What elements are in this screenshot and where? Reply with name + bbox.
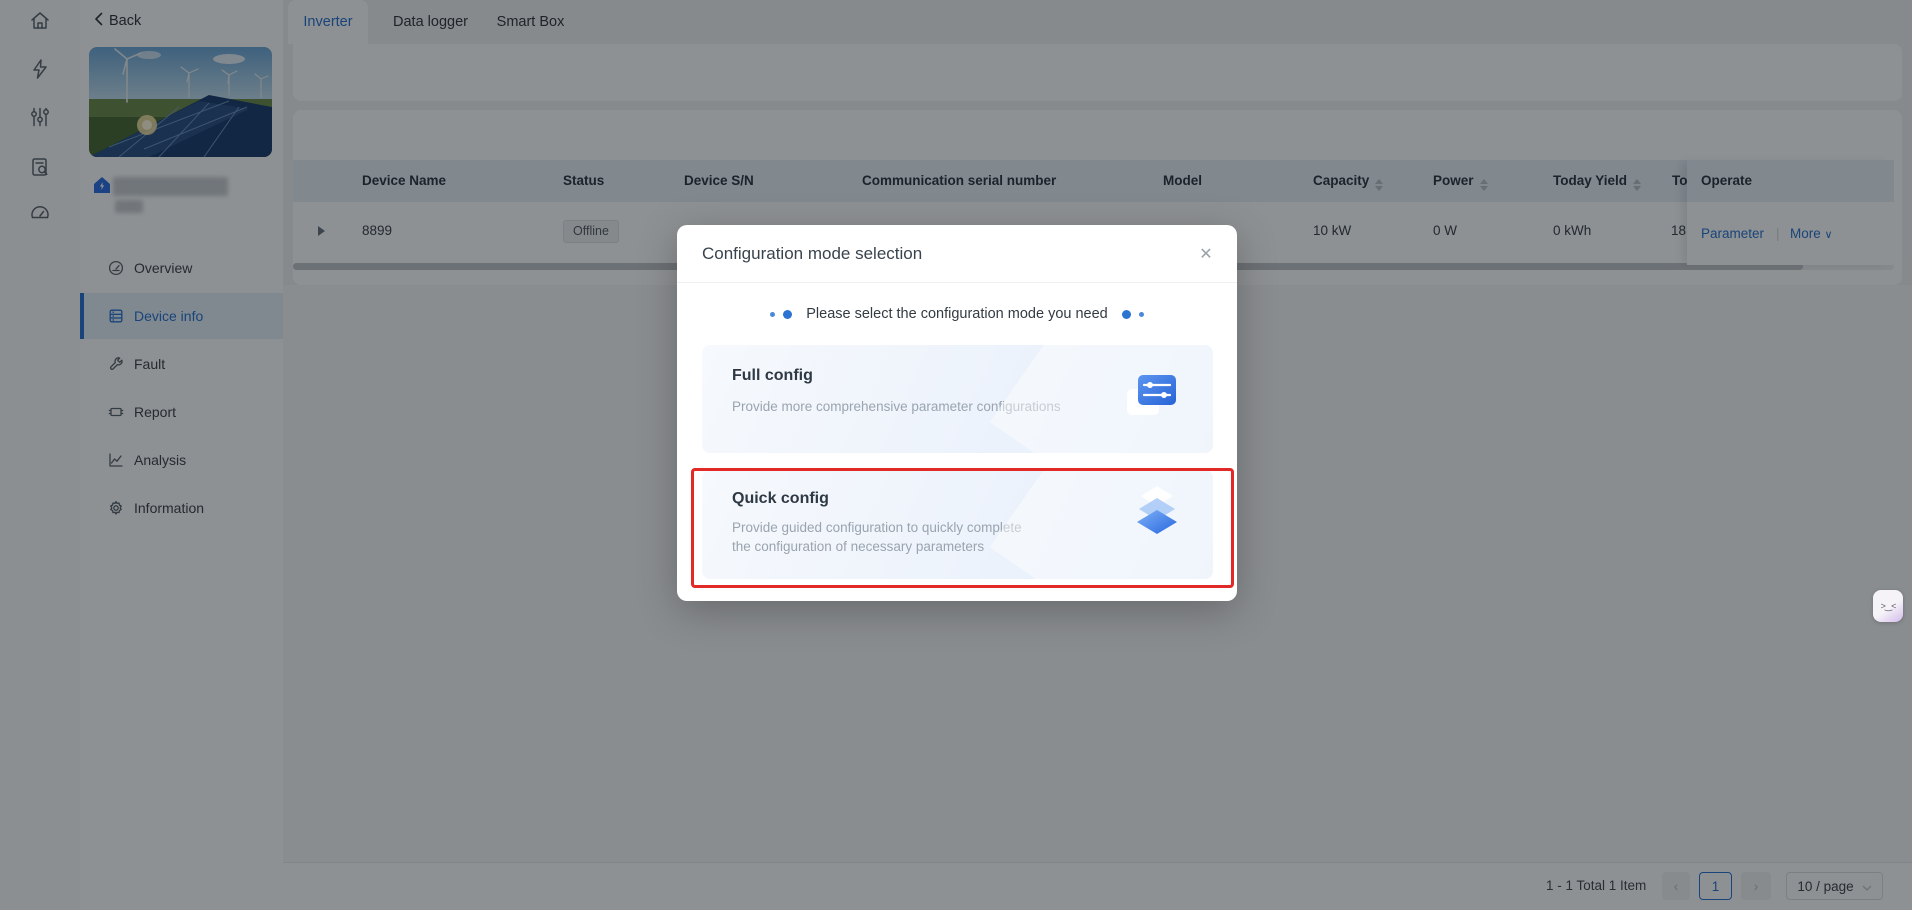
decor-dot-icon bbox=[770, 312, 775, 317]
option-description: Provide more comprehensive parameter con… bbox=[732, 397, 1092, 416]
option-title: Full config bbox=[732, 367, 813, 385]
quick-config-option[interactable]: Quick config Provide guided configuratio… bbox=[702, 470, 1213, 579]
option-title: Quick config bbox=[732, 490, 829, 508]
option-description: Provide guided configuration to quickly … bbox=[732, 518, 1032, 556]
dialog-divider bbox=[677, 282, 1237, 283]
close-icon[interactable]: ✕ bbox=[1195, 243, 1217, 265]
dialog-subtitle-row: Please select the configuration mode you… bbox=[677, 303, 1237, 325]
decor-dot-icon bbox=[1139, 312, 1144, 317]
dialog-title: Configuration mode selection bbox=[702, 225, 922, 282]
assistant-widget[interactable]: >‿< bbox=[1873, 590, 1903, 622]
app-screen: Back bbox=[0, 0, 1912, 910]
full-config-icon bbox=[1123, 371, 1179, 426]
quick-config-layers-icon bbox=[1129, 482, 1185, 549]
full-config-option[interactable]: Full config Provide more comprehensive p… bbox=[702, 345, 1213, 453]
config-mode-dialog: Configuration mode selection ✕ Please se… bbox=[677, 225, 1237, 601]
decor-dot-icon bbox=[1122, 310, 1131, 319]
assistant-face: >‿< bbox=[1881, 601, 1896, 612]
decor-dot-icon bbox=[783, 310, 792, 319]
dialog-subtitle: Please select the configuration mode you… bbox=[806, 306, 1107, 322]
